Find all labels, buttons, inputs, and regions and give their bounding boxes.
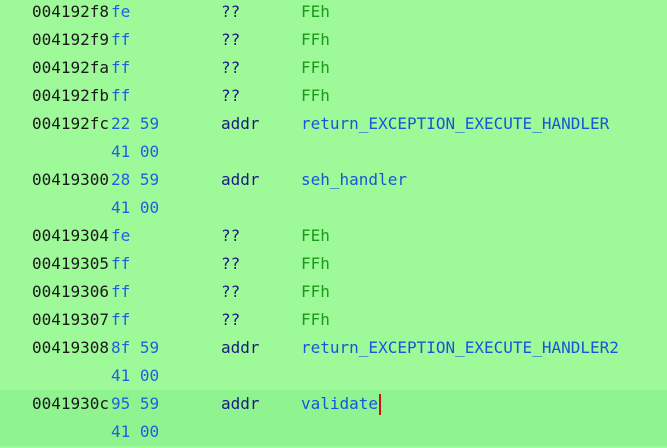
code-unit-row[interactable]: 004192fa ff?? FFh [0, 54, 667, 82]
address-field[interactable]: 00419306 [32, 278, 109, 306]
code-unit-continuation-row[interactable]: 41 00 [0, 138, 667, 166]
code-unit-row[interactable]: 0041930c 95 59 addr validate [0, 390, 667, 418]
code-unit-row[interactable]: 004192fc 22 59 addr return_EXCEPTION_EXECUT… [0, 110, 667, 138]
operand-field[interactable]: FFh [301, 54, 330, 82]
operand-field[interactable]: FEh [301, 222, 330, 250]
address-field[interactable]: 00419308 [32, 334, 109, 362]
mnemonic-field[interactable]: ?? [221, 54, 240, 82]
bytes-field[interactable]: ff [111, 306, 130, 334]
bytes-field[interactable]: fe [111, 0, 130, 26]
bytes-field[interactable]: 28 59 [111, 166, 159, 194]
operand-field[interactable]: FFh [301, 306, 330, 334]
text-cursor [379, 394, 382, 415]
bytes-field[interactable]: 41 00 [111, 138, 159, 166]
mnemonic-field[interactable]: addr [221, 334, 260, 362]
bytes-field[interactable]: ff [111, 54, 130, 82]
bytes-field[interactable]: 41 00 [111, 362, 159, 390]
operand-field[interactable]: FEh [301, 0, 330, 26]
mnemonic-field[interactable]: ?? [221, 82, 240, 110]
code-unit-continuation-row[interactable]: 41 00 [0, 362, 667, 390]
bytes-field[interactable]: ff [111, 278, 130, 306]
code-unit-row[interactable]: 00419304 fe?? FEh [0, 222, 667, 250]
bytes-field[interactable]: 41 00 [111, 194, 159, 222]
address-field[interactable]: 004192f8 [32, 0, 109, 26]
bytes-field[interactable]: 22 59 [111, 110, 159, 138]
code-unit-continuation-row[interactable]: 41 00 [0, 194, 667, 222]
address-field[interactable]: 004192fc [32, 110, 109, 138]
code-unit-row[interactable]: 00419306 ff?? FFh [0, 278, 667, 306]
code-unit-row[interactable]: 00419300 28 59 addr seh_handler [0, 166, 667, 194]
address-field[interactable]: 00419300 [32, 166, 109, 194]
code-unit-row[interactable]: 004192f9 ff?? FFh [0, 26, 667, 54]
address-field[interactable]: 004192fa [32, 54, 109, 82]
bytes-field[interactable]: ff [111, 82, 130, 110]
operand-field[interactable]: FFh [301, 278, 330, 306]
code-unit-row[interactable]: 00419308 8f 59 addr return_EXCEPTION_EXECUT… [0, 334, 667, 362]
address-field[interactable]: 004192fb [32, 82, 109, 110]
address-field[interactable]: 00419305 [32, 250, 109, 278]
bytes-field[interactable]: 95 59 [111, 390, 159, 418]
mnemonic-field[interactable]: ?? [221, 26, 240, 54]
bytes-field[interactable]: ff [111, 250, 130, 278]
address-field[interactable]: 004192f9 [32, 26, 109, 54]
bytes-field[interactable]: 8f 59 [111, 334, 159, 362]
address-field[interactable]: 00419304 [32, 222, 109, 250]
bytes-field[interactable]: ff [111, 26, 130, 54]
mnemonic-field[interactable]: addr [221, 390, 260, 418]
code-unit-row[interactable]: 004192fb ff?? FFh [0, 82, 667, 110]
address-field[interactable]: 0041930c [32, 390, 109, 418]
bytes-field[interactable]: fe [111, 222, 130, 250]
mnemonic-field[interactable]: ?? [221, 306, 240, 334]
operand-field[interactable]: validate [301, 390, 382, 418]
operand-field[interactable]: return_EXCEPTION_EXECUTE_HANDLER [301, 110, 609, 138]
mnemonic-field[interactable]: addr [221, 110, 260, 138]
mnemonic-field[interactable]: ?? [221, 222, 240, 250]
code-unit-row[interactable]: 00419307 ff?? FFh [0, 306, 667, 334]
operand-field[interactable]: seh_handler [301, 166, 407, 194]
code-unit-row[interactable]: 004192f8 fe?? FEh [0, 0, 667, 26]
code-unit-row[interactable]: 00419305 ff?? FFh [0, 250, 667, 278]
disassembly-listing[interactable]: 004192f8 fe?? FEh 004192f9 ff?? FFh 004192fa ff… [0, 0, 667, 448]
operand-field[interactable]: return_EXCEPTION_EXECUTE_HANDLER2 [301, 334, 619, 362]
operand-field[interactable]: FFh [301, 82, 330, 110]
operand-field[interactable]: FFh [301, 26, 330, 54]
mnemonic-field[interactable]: ?? [221, 0, 240, 26]
operand-field[interactable]: FFh [301, 250, 330, 278]
mnemonic-field[interactable]: ?? [221, 250, 240, 278]
address-field[interactable]: 00419307 [32, 306, 109, 334]
code-unit-continuation-row[interactable]: 41 00 [0, 418, 667, 446]
mnemonic-field[interactable]: ?? [221, 278, 240, 306]
bytes-field[interactable]: 41 00 [111, 418, 159, 446]
mnemonic-field[interactable]: addr [221, 166, 260, 194]
